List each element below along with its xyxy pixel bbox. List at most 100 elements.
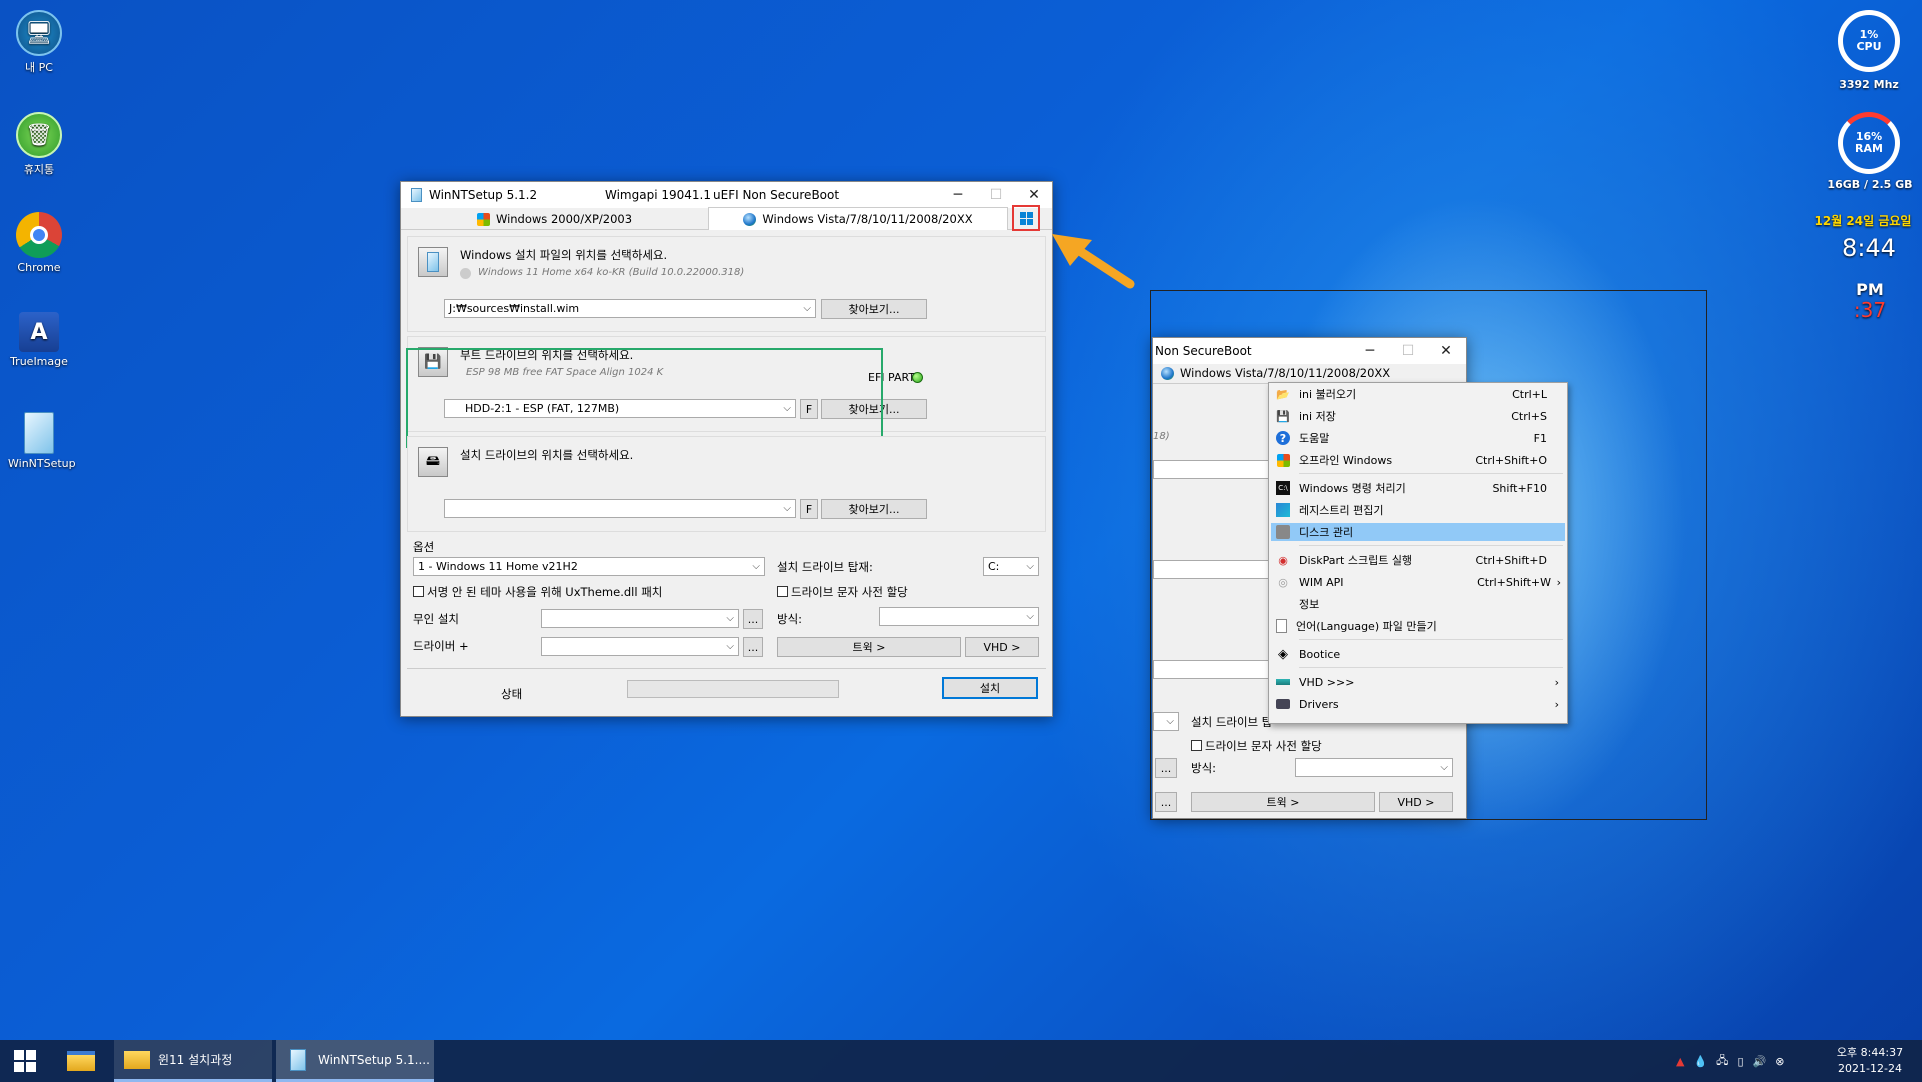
menu-item-disk-management[interactable]: 디스크 관리	[1271, 523, 1565, 541]
close-button[interactable]: ✕	[1427, 338, 1465, 364]
install-button[interactable]: 설치	[942, 677, 1038, 699]
partial-drive-field[interactable]	[1153, 560, 1273, 579]
method-dropdown[interactable]: ⌵	[1295, 758, 1453, 777]
menu-item-ini-save[interactable]: 💾 ini 저장 Ctrl+S	[1271, 407, 1565, 425]
install-file-icon	[418, 247, 448, 277]
second-window-title: Non SecureBoot	[1155, 344, 1252, 358]
winntsetup-icon	[24, 412, 54, 454]
partial-path-field[interactable]	[1153, 460, 1273, 479]
driver-dropdown[interactable]: ⌵	[541, 637, 739, 656]
unattend-browse-button[interactable]: ...	[743, 609, 763, 629]
tweaks-button[interactable]: 트윅 >	[777, 637, 961, 657]
winntsetup-icon	[411, 188, 422, 202]
menu-item-drivers[interactable]: Drivers ›	[1271, 695, 1565, 713]
volume-icon[interactable]: 🔊	[1753, 1055, 1767, 1068]
uxtheme-checkbox[interactable]: 서명 안 된 테마 사용을 위해 UxTheme.dll 패치	[413, 584, 662, 600]
partial-edition-dropdown[interactable]: ⌵	[1153, 712, 1179, 731]
method-dropdown[interactable]: ⌵	[879, 607, 1039, 626]
tweaks-button[interactable]: 트윅 >	[1191, 792, 1375, 812]
install-drive-dropdown[interactable]: ⌵	[444, 499, 796, 518]
cpu-label: CPU	[1856, 40, 1882, 53]
tools-context-menu[interactable]: 📂 ini 불러오기 Ctrl+L 💾 ini 저장 Ctrl+S ? 도움말 F1 오프라…	[1268, 382, 1568, 724]
format-button[interactable]: F	[800, 499, 818, 519]
maximize-button[interactable]: ☐	[977, 182, 1015, 208]
tools-menu-button[interactable]	[1012, 205, 1040, 231]
chevron-down-icon: ⌵	[726, 641, 734, 652]
widget-date: 12월 24일 금요일	[1814, 214, 1912, 228]
desktop-icon-recycle-bin[interactable]: 🗑 휴지통	[8, 112, 70, 177]
tab-legacy[interactable]: Windows 2000/XP/2003	[401, 208, 708, 230]
start-button[interactable]	[0, 1040, 50, 1082]
prealloc-checkbox[interactable]: 드라이브 문자 사전 할당	[777, 584, 908, 600]
desktop-icon-label: TrueImage	[10, 355, 68, 368]
unattend-dropdown[interactable]: ⌵	[541, 609, 739, 628]
taskbar-item-winntsetup[interactable]: WinNTSetup 5.1....	[276, 1040, 434, 1082]
cpu-frequency: 3392 Mhz	[1839, 78, 1899, 91]
divider	[407, 668, 1046, 669]
usb-icon[interactable]: ▯	[1737, 1055, 1743, 1068]
menu-item-cmd[interactable]: C:\ Windows 명령 처리기 Shift+F10	[1271, 479, 1565, 497]
bootice-icon: ◈	[1278, 646, 1288, 662]
menu-item-ini-load[interactable]: 📂 ini 불러오기 Ctrl+L	[1271, 385, 1565, 403]
install-path-dropdown[interactable]: J:₩sources₩install.wim ⌵	[444, 299, 816, 318]
checkbox-icon	[777, 586, 788, 597]
chevron-right-icon: ›	[1554, 697, 1559, 711]
winntsetup-main-window[interactable]: WinNTSetup 5.1.2 Wimgapi 19041.1 uEFI No…	[400, 181, 1053, 717]
mount-drive-dropdown[interactable]: C: ⌵	[983, 557, 1039, 576]
edition-dropdown[interactable]: 1 - Windows 11 Home v21H2 ⌵	[413, 557, 765, 576]
notification-off-icon[interactable]: ⊗	[1775, 1055, 1784, 1068]
dropbox-icon[interactable]: 💧	[1693, 1055, 1707, 1068]
tab-modern[interactable]: Windows Vista/7/8/10/11/2008/20XX	[1161, 366, 1390, 380]
desktop-icon-winntsetup[interactable]: WinNTSetup	[8, 412, 76, 470]
prealloc-checkbox[interactable]: 드라이브 문자 사전 할당	[1191, 738, 1322, 754]
network-icon[interactable]: 🖧	[1716, 1052, 1728, 1071]
desktop-icon-label: WinNTSetup	[8, 457, 76, 470]
file-explorer-button[interactable]	[56, 1040, 106, 1082]
menu-item-bootice[interactable]: ◈ Bootice	[1271, 645, 1565, 663]
desktop-icon-chrome[interactable]: Chrome	[8, 212, 70, 274]
network-alert-icon[interactable]: ▲	[1676, 1055, 1684, 1068]
globe-icon	[1161, 366, 1174, 380]
maximize-button[interactable]: ☐	[1389, 338, 1427, 364]
cpu-gauge: 1% CPU	[1838, 10, 1900, 72]
menu-item-about[interactable]: 정보	[1271, 595, 1565, 613]
wim-icon: ◎	[1278, 575, 1288, 589]
registry-icon	[1276, 503, 1290, 517]
ram-label: RAM	[1855, 142, 1883, 155]
chrome-icon	[16, 212, 62, 258]
dots-button[interactable]: ...	[1155, 792, 1177, 812]
menu-item-regedit[interactable]: 레지스트리 편집기	[1271, 501, 1565, 519]
windows-xp-flag-icon	[476, 212, 490, 226]
menu-item-diskpart[interactable]: ◉ DiskPart 스크립트 실행 Ctrl+Shift+D	[1271, 551, 1565, 569]
desktop-icon-trueimage[interactable]: A TrueImage	[8, 312, 70, 368]
menu-item-offline-windows[interactable]: 오프라인 Windows Ctrl+Shift+O	[1271, 451, 1565, 469]
vhd-button[interactable]: VHD >	[965, 637, 1039, 657]
tab-modern[interactable]: Windows Vista/7/8/10/11/2008/20XX	[708, 207, 1008, 230]
disc-icon	[460, 268, 471, 279]
save-icon: 💾	[1276, 409, 1290, 423]
browse-button[interactable]: 찾아보기...	[821, 299, 927, 319]
menu-item-wim-api[interactable]: ◎ WIM API Ctrl+Shift+W ›	[1271, 573, 1565, 591]
partial-install-field[interactable]	[1153, 660, 1273, 679]
browse-button[interactable]: 찾아보기...	[821, 499, 927, 519]
menu-item-help[interactable]: ? 도움말 F1	[1271, 429, 1565, 447]
help-icon: ?	[1276, 431, 1290, 445]
menu-item-language-file[interactable]: 언어(Language) 파일 만들기	[1271, 617, 1565, 635]
folder-icon	[124, 1050, 150, 1069]
windows-logo-icon	[1019, 211, 1033, 225]
minimize-button[interactable]: ─	[939, 182, 977, 208]
taskbar-clock[interactable]: 오후 8:44:37 2021-12-24	[1828, 1040, 1912, 1082]
method-label: 방식:	[1191, 761, 1217, 775]
mount-drive-label: 설치 드라이브 탑재:	[777, 560, 873, 574]
menu-item-vhd[interactable]: VHD >>> ›	[1271, 673, 1565, 691]
vhd-button[interactable]: VHD >	[1379, 792, 1453, 812]
dots-button[interactable]: ...	[1155, 758, 1177, 778]
mount-label: 설치 드라이브 탑	[1191, 715, 1273, 729]
taskbar-item-folder[interactable]: 윈11 설치과정	[114, 1040, 272, 1082]
minimize-button[interactable]: ─	[1351, 338, 1389, 364]
driver-browse-button[interactable]: ...	[743, 637, 763, 657]
wim-info: Windows 11 Home x64 ko-KR (Build 10.0.22…	[478, 267, 745, 278]
desktop-icon-my-pc[interactable]: 🖥 내 PC	[8, 10, 70, 75]
widget-ampm: PM	[1856, 280, 1884, 299]
chevron-down-icon: ⌵	[1026, 561, 1034, 572]
